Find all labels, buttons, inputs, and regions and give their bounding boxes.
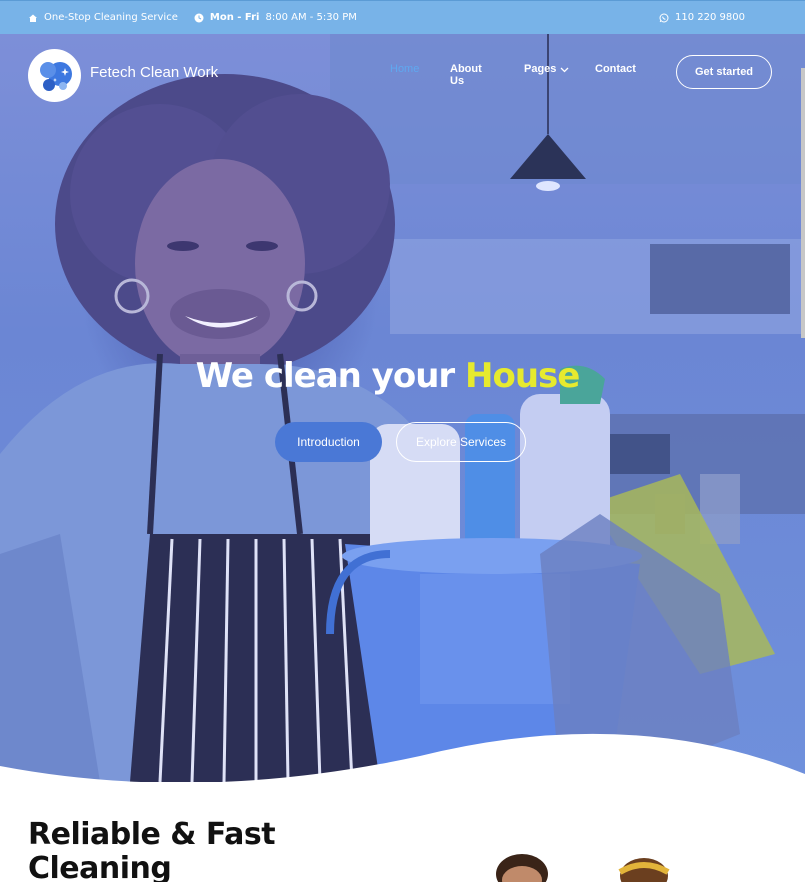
headline-accent: House (465, 356, 580, 396)
bubbles-logo-icon (39, 61, 72, 91)
hero-headline: We clean your House (0, 356, 775, 396)
introduction-button[interactable]: Introduction (275, 422, 382, 462)
hero-background-photo (0, 34, 805, 782)
nav-pages-label: Pages (524, 63, 557, 75)
service-text: One-Stop Cleaning Service (44, 12, 178, 23)
nav-contact[interactable]: Contact (595, 63, 636, 75)
section-title-line2: Cleaning (28, 851, 172, 882)
service-info: One-Stop Cleaning Service (28, 12, 178, 23)
home-icon (29, 14, 37, 22)
scrollbar[interactable] (801, 68, 805, 338)
chevron-down-icon (560, 67, 569, 72)
top-info-bar: One-Stop Cleaning Service Mon - Fri 8:00… (0, 0, 805, 34)
hero-wave-divider (0, 733, 805, 782)
hours-text: 8:00 AM - 5:30 PM (265, 12, 357, 23)
nav-pages[interactable]: Pages (524, 63, 569, 75)
explore-services-button[interactable]: Explore Services (396, 422, 526, 462)
get-started-button[interactable]: Get started (676, 55, 772, 89)
team-photo-peek (496, 854, 670, 882)
phone-info[interactable]: 110 220 9800 (659, 12, 745, 23)
brand-name[interactable]: Fetech Clean Work (90, 64, 218, 81)
page: One-Stop Cleaning Service Mon - Fri 8:00… (0, 0, 805, 882)
section-title-line1: Reliable & Fast (28, 817, 276, 852)
phone-text: 110 220 9800 (675, 12, 745, 23)
hours-info: Mon - Fri 8:00 AM - 5:30 PM (194, 12, 357, 23)
section-title: Reliable & Fast Cleaning (28, 817, 276, 882)
nav-about-us[interactable]: About Us (450, 63, 482, 87)
logo[interactable] (28, 49, 81, 102)
days-text: Mon - Fri (209, 12, 260, 23)
whatsapp-icon (659, 13, 669, 22)
hero-section (0, 34, 805, 782)
clock-icon (194, 13, 204, 22)
headline-prefix: We clean your (195, 356, 466, 396)
nav-home[interactable]: Home (390, 63, 419, 75)
